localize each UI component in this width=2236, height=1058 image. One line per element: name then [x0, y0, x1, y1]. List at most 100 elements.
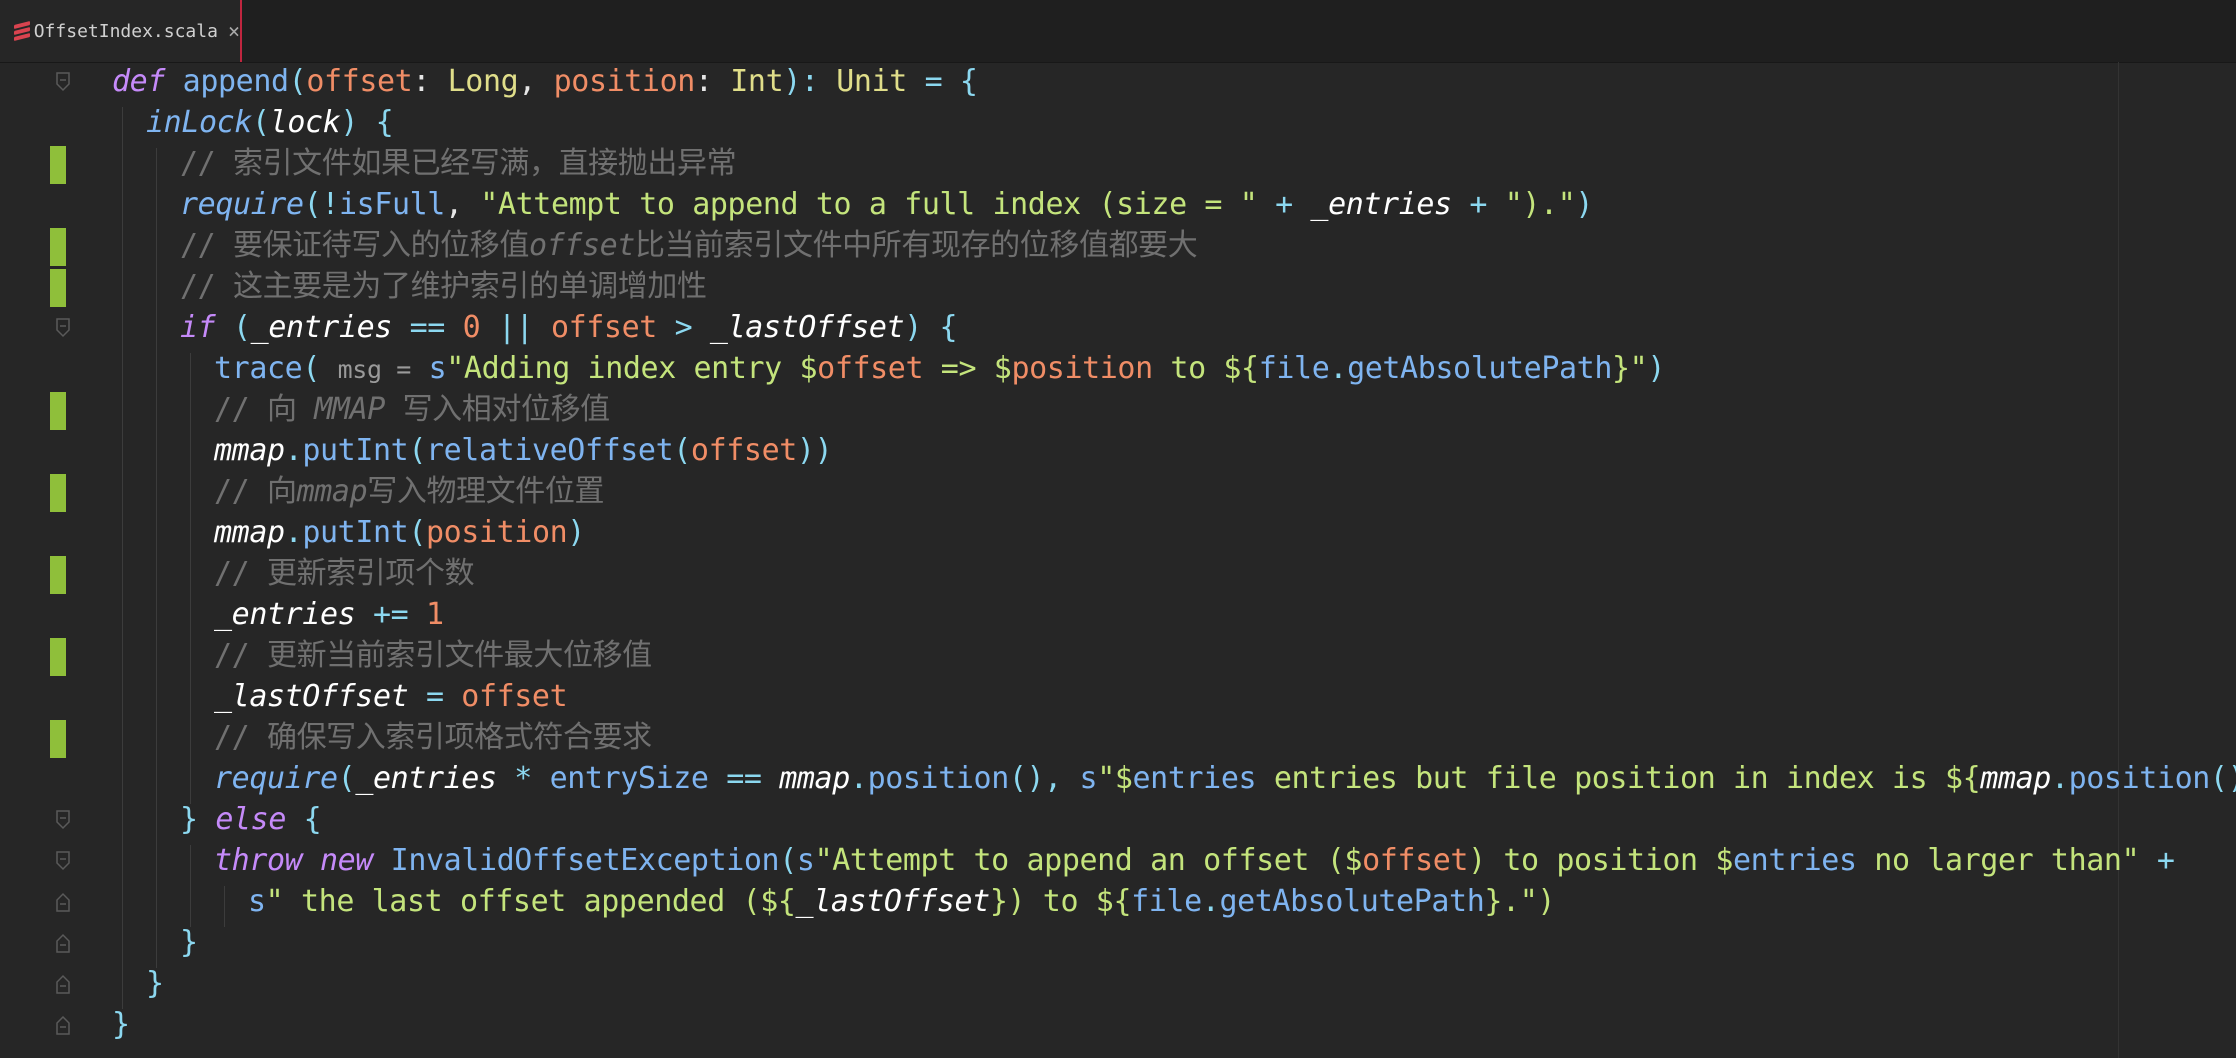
code-token: offset — [550, 310, 657, 345]
code-token: . — [284, 433, 303, 468]
code-token: getAbsolutePath — [1347, 351, 1612, 386]
code-token: = { — [906, 64, 978, 99]
code-token: } — [146, 966, 164, 1001]
code-token: () — [2209, 761, 2236, 796]
code-line: // 这主要是为了维护索引的单调增加性 — [180, 267, 707, 307]
code-token: if — [180, 310, 216, 345]
tab-offsetindex-scala[interactable]: OffsetIndex.scala × — [0, 0, 242, 62]
code-token: offset — [306, 64, 413, 99]
code-token: // 确保写入索引项格式符合要求 — [214, 720, 652, 755]
code-token: trace — [214, 351, 303, 386]
code-token: (), — [1008, 761, 1080, 796]
code-token: new — [319, 843, 373, 878]
code-token: position — [2068, 761, 2211, 796]
code-token: _entries — [250, 310, 393, 345]
code-token: lock — [269, 105, 341, 140]
code-token: mmap — [1980, 761, 2051, 796]
code-token: InvalidOffsetException — [390, 843, 780, 878]
code-token: " the last offset appended (${ — [265, 884, 796, 919]
code-token: }.") — [1484, 884, 1556, 919]
code-token: mmap — [296, 474, 368, 509]
code-line: // 索引文件如果已经写满，直接抛出异常 — [180, 144, 737, 184]
code-token: offset — [461, 679, 568, 714]
code-token: s — [796, 843, 815, 878]
code-token: ) to position $ — [1468, 843, 1733, 878]
code-token: entries — [1733, 843, 1857, 878]
code-line: if (_entries == 0 || offset > _lastOffse… — [180, 308, 958, 348]
code-token: ")." — [1504, 187, 1576, 222]
code-token: = — [408, 679, 462, 714]
code-line: require(_entries * entrySize == mmap.pos… — [214, 759, 2236, 799]
code-token: + — [2139, 843, 2175, 878]
code-token: 写入物理文件位置 — [367, 474, 605, 509]
code-token: "$ — [1097, 761, 1133, 796]
code-token: require — [180, 187, 304, 222]
code-token: msg = — [337, 355, 412, 384]
code-token: inLock — [146, 105, 252, 140]
code-token: . — [1201, 884, 1220, 919]
code-line: // 向 MMAP 写入相对位移值 — [214, 390, 610, 430]
code-token: _entries — [214, 597, 356, 632]
code-line: trace( msg = s"Adding index entry $offse… — [214, 349, 1665, 389]
code-token: entries — [1132, 761, 1257, 796]
close-icon[interactable]: × — [228, 19, 240, 43]
code-token: _entries — [1310, 187, 1452, 222]
code-token: . — [2050, 761, 2069, 796]
code-line: } else { — [180, 800, 322, 840]
code-token: + — [1257, 187, 1311, 222]
code-token: // 更新索引项个数 — [214, 556, 475, 591]
code-token: _lastOffset — [795, 884, 991, 919]
tab-bar: OffsetIndex.scala × — [0, 0, 2236, 63]
code-line: // 要保证待写入的位移值offset比当前索引文件中所有现存的位移值都要大 — [180, 226, 1198, 266]
code-token: ( — [251, 105, 270, 140]
code-token: } — [180, 925, 198, 960]
code-line: // 向mmap写入物理文件位置 — [214, 472, 604, 512]
code-token: )) — [796, 433, 833, 468]
code-token: s — [248, 884, 266, 919]
code-token: position — [867, 761, 1010, 796]
code-token: require — [214, 761, 338, 796]
code-token: 比当前索引文件中所有现存的位移值都要大 — [634, 228, 1198, 263]
code-token: s — [1079, 761, 1098, 796]
code-token: offset — [690, 433, 797, 468]
code-token: ) — [1575, 187, 1594, 222]
code-token: ! — [321, 187, 339, 222]
code-token: ) { — [904, 310, 958, 345]
scala-file-icon — [14, 21, 30, 41]
code-token: == — [708, 761, 780, 796]
code-token: }" — [1612, 351, 1648, 386]
code-token: // 要保证待写入的位移值 — [180, 228, 529, 263]
code-editor[interactable]: def append(offset: Long, position: Int):… — [0, 62, 2236, 1058]
code-token: 1 — [425, 597, 444, 632]
code-token: == — [391, 310, 463, 345]
code-token: ( — [408, 433, 426, 468]
code-token: putInt — [302, 515, 409, 550]
code-token: append — [182, 64, 289, 99]
code-token: file — [1131, 884, 1202, 919]
code-token: . — [849, 761, 868, 796]
code-line: def append(offset: Long, position: Int):… — [112, 62, 978, 102]
code-token: 写入相对位移值 — [384, 392, 611, 427]
code-token: no larger than" — [1856, 843, 2140, 878]
code-token: * — [496, 761, 550, 796]
code-token: > — [656, 310, 710, 345]
code-token: relativeOffset — [425, 433, 674, 468]
code-line: } — [180, 923, 198, 963]
code-token: ): — [783, 64, 837, 99]
code-token: MMAP — [314, 392, 385, 427]
code-token: Long — [447, 64, 519, 99]
code-token: } — [180, 802, 216, 837]
code-token: }) to ${ — [989, 884, 1132, 919]
code-line: } — [112, 1005, 130, 1045]
code-token: ) — [1647, 351, 1665, 386]
code-token: => $ — [923, 351, 1012, 386]
code-token: _lastOffset — [709, 310, 905, 345]
code-token: entrySize — [549, 761, 709, 796]
code-token: ( — [337, 761, 356, 796]
code-token: ( — [673, 433, 691, 468]
code-token: "Adding index entry $ — [446, 351, 818, 386]
code-token: mmap — [214, 433, 285, 468]
